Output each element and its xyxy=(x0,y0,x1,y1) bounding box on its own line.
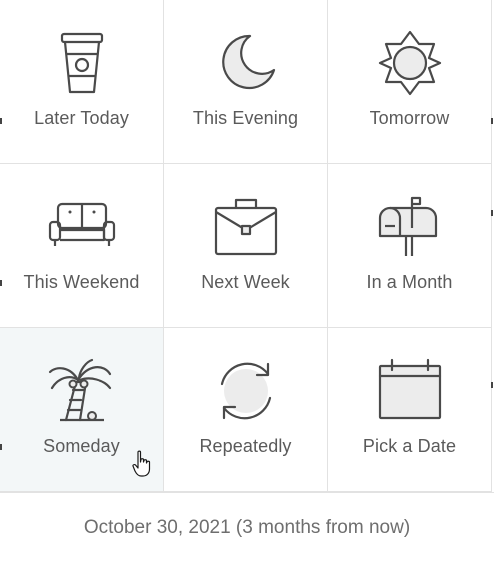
palm-tree-icon xyxy=(46,358,118,424)
edge-tick xyxy=(0,280,2,286)
option-pick-a-date[interactable]: Pick a Date xyxy=(328,328,492,492)
option-label: Tomorrow xyxy=(369,108,450,128)
option-label: Later Today xyxy=(34,108,129,128)
repeat-icon xyxy=(210,358,282,424)
couch-icon xyxy=(46,194,118,260)
option-label: Pick a Date xyxy=(362,436,457,456)
calendar-icon xyxy=(374,358,446,424)
selected-date-text[interactable]: October 30, 2021 (3 months from now) xyxy=(0,492,494,562)
hand-cursor-icon xyxy=(132,450,152,478)
option-this-evening[interactable]: This Evening xyxy=(164,0,328,164)
edge-tick xyxy=(0,444,2,450)
edge-tick xyxy=(0,118,2,124)
option-label: This Weekend xyxy=(23,272,140,292)
option-repeatedly[interactable]: Repeatedly xyxy=(164,328,328,492)
option-label: Next Week xyxy=(201,272,290,292)
coffee-cup-icon xyxy=(46,30,118,96)
option-next-week[interactable]: Next Week xyxy=(164,164,328,328)
snooze-panel: Later Today This Evening Tomorrow This W… xyxy=(0,0,494,562)
mailbox-icon xyxy=(374,194,446,260)
option-label: Repeatedly xyxy=(199,436,292,456)
snooze-options-grid: Later Today This Evening Tomorrow This W… xyxy=(0,0,494,492)
option-later-today[interactable]: Later Today xyxy=(0,0,164,164)
option-this-weekend[interactable]: This Weekend xyxy=(0,164,164,328)
moon-icon xyxy=(210,30,282,96)
edge-tick xyxy=(491,118,493,124)
edge-tick xyxy=(491,382,493,388)
option-label: In a Month xyxy=(366,272,453,292)
option-in-a-month[interactable]: In a Month xyxy=(328,164,492,328)
briefcase-icon xyxy=(210,194,282,260)
option-label: This Evening xyxy=(192,108,299,128)
sun-icon xyxy=(374,30,446,96)
edge-tick xyxy=(491,210,493,216)
option-tomorrow[interactable]: Tomorrow xyxy=(328,0,492,164)
